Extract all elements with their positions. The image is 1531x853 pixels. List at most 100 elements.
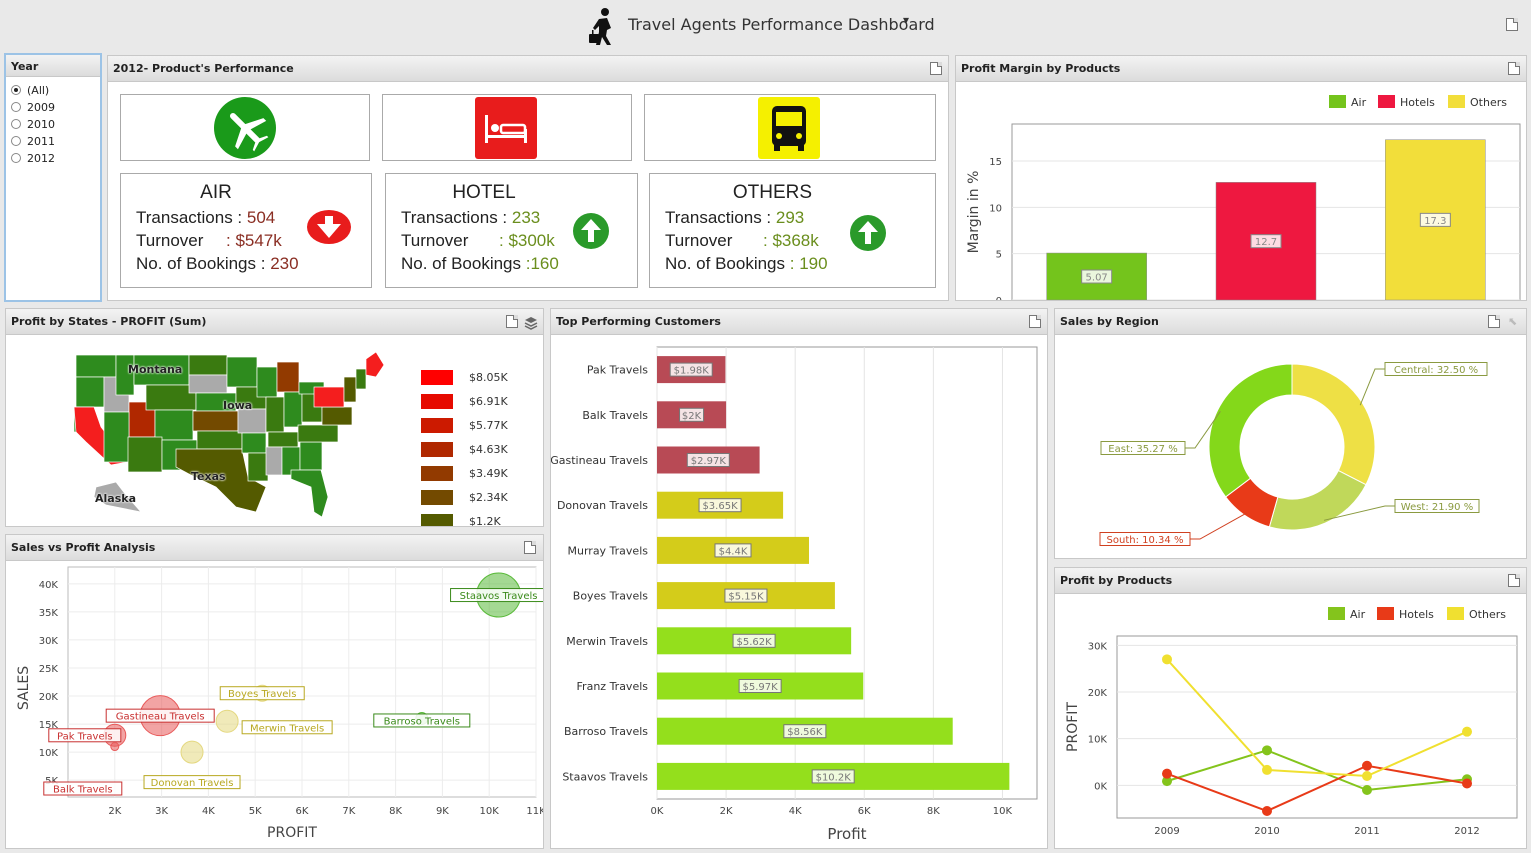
pp-point	[1162, 768, 1172, 779]
tc-category-label: Murray Travels	[568, 544, 649, 557]
sp-x-axis-label: PROFIT	[267, 825, 317, 841]
others-bookings-row: No. of Bookings : 190	[665, 254, 828, 273]
air-turnover-row: Turnover: $547k	[136, 231, 282, 250]
tc-data-label-text: $4.4K	[719, 546, 748, 557]
sp-point-label: Staavos Travels	[450, 588, 543, 603]
map-label-montana: Montana	[128, 363, 183, 376]
radio-icon[interactable]	[11, 136, 21, 146]
export-icon[interactable]	[1508, 62, 1520, 75]
map-state	[226, 356, 258, 388]
sp-point-label-text: Staavos Travels	[460, 591, 538, 602]
sr-slice	[1291, 363, 1376, 486]
tc-data-label-text: $1.98K	[674, 366, 710, 377]
layers-icon[interactable]	[524, 315, 538, 334]
map-state	[145, 384, 197, 411]
legend-swatch	[1448, 95, 1465, 108]
map-legend-item: $8.05K	[421, 367, 508, 386]
radio-icon[interactable]	[11, 119, 21, 129]
radio-icon[interactable]	[11, 153, 21, 163]
map-label-alaska: Alaska	[95, 492, 136, 505]
sr-slice-label-text: Central: 32.50 %	[1394, 365, 1478, 376]
map-state	[127, 436, 163, 473]
map-state	[297, 424, 339, 443]
tc-data-label: $4.4K	[714, 543, 752, 557]
export-icon[interactable]	[1508, 574, 1520, 587]
profit-by-products-panel: Profit by Products Air Hotels Others 0K 10K 2…	[1054, 567, 1527, 849]
map-state	[365, 351, 385, 378]
hotel-bookings-row: No. of Bookings :160	[401, 254, 559, 273]
export-icon[interactable]	[1029, 315, 1041, 328]
year-option-all[interactable]: (All)	[11, 84, 49, 97]
dashboard-title: Travel Agents Performance Dashboard	[628, 15, 935, 34]
sp-tick-label: 10K	[39, 748, 59, 759]
sp-point-label-text: Merwin Travels	[250, 723, 324, 734]
sr-slice-label-text: East: 35.27 %	[1108, 444, 1177, 455]
sp-tick-label: 10K	[480, 806, 500, 817]
pp-tick-label: 10K	[1088, 735, 1108, 746]
hotel-icon-box	[382, 94, 632, 161]
export-icon[interactable]	[1506, 18, 1518, 31]
pm-tick-label: 0	[996, 296, 1002, 300]
pm-data-label: 5.07	[1081, 269, 1113, 284]
pm-data-label-text: 17.3	[1424, 216, 1446, 227]
pp-point	[1362, 785, 1372, 795]
map-legend-label: $3.49K	[469, 467, 508, 480]
hotel-kpi-card: HOTEL Transactions : 233 Turnover: $300k…	[385, 173, 638, 288]
map-state	[196, 430, 243, 450]
profit-by-states-panel: Profit by States - PROFIT (Sum) Montana …	[5, 308, 544, 527]
tc-tick-label: 0K	[651, 806, 664, 817]
radio-icon[interactable]	[11, 102, 21, 112]
sr-slice-label: West: 21.90 %	[1394, 499, 1480, 513]
trend-up-icon	[850, 215, 886, 255]
map-state	[265, 446, 283, 476]
map-state	[256, 366, 278, 398]
tc-tick-label: 4K	[789, 806, 802, 817]
map-legend-item: $4.63K	[421, 439, 508, 458]
year-filter-title: Year	[6, 55, 100, 77]
tc-data-label-text: $5.97K	[743, 682, 779, 693]
tc-category-label: Staavos Travels	[562, 770, 648, 783]
year-option-2011[interactable]: 2011	[11, 135, 55, 148]
tc-tick-label: 8K	[927, 806, 940, 817]
product-performance-title: 2012- Product's Performance	[108, 56, 948, 82]
year-option-2009[interactable]: 2009	[11, 101, 55, 114]
map-legend-item: $5.77K	[421, 415, 508, 434]
map-state	[355, 368, 367, 390]
title-dropdown-icon[interactable]: ▾	[903, 13, 909, 27]
hotel-transactions-row: Transactions : 233	[401, 208, 541, 227]
radio-selected-icon[interactable]	[11, 85, 21, 95]
map-legend-swatch	[421, 442, 453, 457]
others-turnover-row: Turnover: $368k	[665, 231, 819, 250]
map-legend-swatch	[421, 394, 453, 409]
hotel-turnover-value: : $300k	[499, 231, 555, 250]
map-state	[313, 386, 345, 408]
map-legend-label: $8.05K	[469, 371, 508, 384]
pm-data-label: 17.3	[1419, 212, 1451, 227]
sp-tick-label: 40K	[39, 580, 59, 591]
tc-data-label: $2K	[679, 407, 705, 422]
sp-tick-label: 8K	[389, 806, 402, 817]
map-state	[265, 396, 285, 433]
tc-category-label: Balk Travels	[582, 409, 648, 422]
tc-data-label-text: $8.56K	[787, 727, 823, 738]
sp-point-label-text: Donovan Travels	[151, 778, 234, 789]
export-icon[interactable]	[524, 541, 536, 554]
year-option-2012[interactable]: 2012	[11, 152, 55, 165]
year-option-2010[interactable]: 2010	[11, 118, 55, 131]
map-legend-swatch	[421, 418, 453, 433]
trend-down-icon	[307, 210, 351, 248]
export-icon[interactable]	[1488, 315, 1500, 328]
sr-slice-label-text: South: 10.34 %	[1107, 535, 1184, 546]
pp-point	[1362, 760, 1372, 771]
drill-up-icon[interactable]: ⬉	[1508, 315, 1517, 328]
export-icon[interactable]	[930, 62, 942, 75]
sp-point-label: Merwin Travels	[241, 720, 333, 734]
export-icon[interactable]	[506, 315, 518, 328]
tc-category-label: Gastineau Travels	[551, 454, 648, 467]
tc-data-label-text: $5.62K	[736, 637, 772, 648]
hotel-transactions-value: 233	[511, 208, 541, 227]
map-state	[154, 409, 194, 441]
pm-tick-label: 5	[996, 250, 1002, 261]
hotel-bookings-value: :160	[525, 254, 559, 273]
tc-data-label-text: $2.97K	[691, 456, 727, 467]
